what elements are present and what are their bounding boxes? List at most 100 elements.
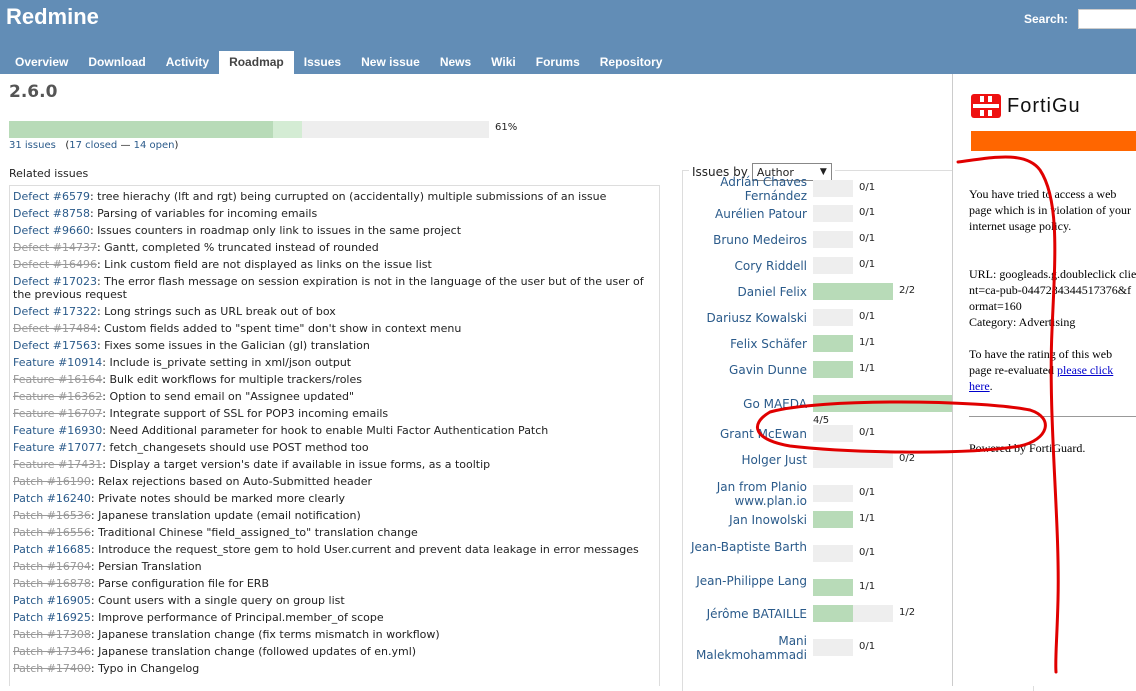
issue-row: Defect #8758: Parsing of variables for i… — [13, 205, 656, 222]
author-count[interactable]: 1/1 — [859, 337, 875, 348]
issue-link[interactable]: Patch #17400 — [13, 662, 91, 675]
author-name-link[interactable]: Aurélien Patour — [687, 207, 807, 221]
author-count[interactable]: 0/1 — [859, 182, 875, 193]
tab-issues[interactable]: Issues — [294, 51, 351, 74]
author-progress-bar — [813, 361, 853, 378]
app-title[interactable]: Redmine — [6, 4, 99, 30]
author-name-link[interactable]: Jan from Planio www.plan.io — [687, 480, 807, 508]
author-name-link[interactable]: Cory Riddell — [687, 259, 807, 273]
issue-link[interactable]: Feature #16930 — [13, 424, 102, 437]
issue-link[interactable]: Patch #16905 — [13, 594, 91, 607]
issue-link[interactable]: Patch #16685 — [13, 543, 91, 556]
issue-row: Patch #17346: Japanese translation chang… — [13, 643, 656, 660]
author-name-link[interactable]: Felix Schäfer — [687, 337, 807, 351]
issue-link[interactable]: Defect #8758 — [13, 207, 90, 220]
author-progress-bar — [813, 605, 893, 622]
issue-link[interactable]: Patch #16704 — [13, 560, 91, 573]
issue-subject: : Introduce the request_store gem to hol… — [90, 543, 639, 556]
block-message: You have tried to access a web page whic… — [969, 187, 1131, 233]
issue-row: Feature #16707: Integrate support of SSL… — [13, 405, 656, 422]
author-count[interactable]: 1/1 — [859, 513, 875, 524]
author-name-link[interactable]: Adrián Chaves Fernández — [687, 175, 807, 203]
issue-link[interactable]: Defect #17563 — [13, 339, 97, 352]
author-count[interactable]: 2/2 — [899, 285, 915, 296]
powered-by: Powered by FortiGuard. — [969, 441, 1086, 455]
issue-subject: : tree hierachy (lft and rgt) being curr… — [89, 190, 607, 203]
author-count[interactable]: 1/2 — [899, 607, 915, 618]
issue-link[interactable]: Patch #17346 — [13, 645, 91, 658]
tab-news[interactable]: News — [430, 51, 481, 74]
issue-link[interactable]: Feature #16362 — [13, 390, 102, 403]
author-name-link[interactable]: Bruno Medeiros — [687, 233, 807, 247]
author-name-link[interactable]: Grant McEwan — [687, 427, 807, 441]
author-count[interactable]: 0/1 — [859, 207, 875, 218]
author-name-link[interactable]: Holger Just — [687, 453, 807, 467]
author-name-link[interactable]: Gavin Dunne — [687, 363, 807, 377]
author-name-link[interactable]: Jérôme BATAILLE — [687, 607, 807, 621]
issue-link[interactable]: Patch #16925 — [13, 611, 91, 624]
tab-repository[interactable]: Repository — [590, 51, 673, 74]
author-count[interactable]: 0/1 — [859, 427, 875, 438]
issue-link[interactable]: Defect #17023 — [13, 275, 97, 288]
author-progress-fill — [813, 579, 853, 596]
issue-subject: : Traditional Chinese "field_assigned_to… — [90, 526, 418, 539]
issue-row: Patch #16556: Traditional Chinese "field… — [13, 524, 656, 541]
author-count[interactable]: 0/1 — [859, 259, 875, 270]
issue-link[interactable]: Feature #16164 — [13, 373, 102, 386]
author-name-link[interactable]: Mani Malekmohammadi — [687, 634, 807, 662]
version-title[interactable]: 2.6.0 — [9, 82, 57, 102]
tab-roadmap[interactable]: Roadmap — [219, 51, 294, 74]
issue-link[interactable]: Defect #9660 — [13, 224, 90, 237]
tab-activity[interactable]: Activity — [156, 51, 219, 74]
issue-row: Defect #16496: Link custom field are not… — [13, 256, 656, 273]
issue-link[interactable]: Defect #6579 — [13, 190, 90, 203]
issues-count-link[interactable]: 31 issues — [9, 140, 56, 151]
closed-count-link[interactable]: 17 closed — [69, 140, 117, 151]
issue-subject: : Need Additional parameter for hook to … — [102, 424, 549, 437]
author-count[interactable]: 0/1 — [859, 547, 875, 558]
issue-link[interactable]: Defect #14737 — [13, 241, 97, 254]
issue-link[interactable]: Patch #16536 — [13, 509, 91, 522]
author-name-link[interactable]: Go MAEDA — [687, 397, 807, 411]
search-input[interactable] — [1078, 9, 1136, 29]
author-count[interactable]: 1/1 — [859, 581, 875, 592]
author-count[interactable]: 0/1 — [859, 641, 875, 652]
issue-link[interactable]: Defect #17322 — [13, 305, 97, 318]
issue-row: Feature #17077: fetch_changesets should … — [13, 439, 656, 456]
issue-link[interactable]: Patch #16556 — [13, 526, 91, 539]
author-name-link[interactable]: Dariusz Kowalski — [687, 311, 807, 325]
main-menu: Overview Download Activity Roadmap Issues New… — [5, 51, 672, 74]
author-name-link[interactable]: Jean-Baptiste Barth — [687, 540, 807, 554]
issue-link[interactable]: Patch #16878 — [13, 577, 91, 590]
issue-link[interactable]: Patch #16240 — [13, 492, 91, 505]
tab-download[interactable]: Download — [78, 51, 155, 74]
issue-row: Defect #9660: Issues counters in roadmap… — [13, 222, 656, 239]
issue-row: Defect #17322: Long strings such as URL … — [13, 303, 656, 320]
author-name-link[interactable]: Jan Inowolski — [687, 513, 807, 527]
author-name-link[interactable]: Daniel Felix — [687, 285, 807, 299]
author-name-link[interactable]: Jean-Philippe Lang — [687, 574, 807, 588]
author-count[interactable]: 0/1 — [859, 487, 875, 498]
progress-closed-fill — [9, 121, 273, 138]
open-count-link[interactable]: 14 open — [134, 140, 175, 151]
header: Redmine Search: Overview Download Activity… — [0, 0, 1136, 74]
author-progress-fill — [813, 605, 853, 622]
tab-forums[interactable]: Forums — [526, 51, 590, 74]
tab-new-issue[interactable]: New issue — [351, 51, 430, 74]
dropdown-arrow-icon: ▼ — [819, 167, 827, 177]
issue-link[interactable]: Patch #16190 — [13, 475, 91, 488]
author-count[interactable]: 0/1 — [859, 233, 875, 244]
issue-link[interactable]: Feature #17431 — [13, 458, 102, 471]
issue-link[interactable]: Defect #16496 — [13, 258, 97, 271]
issue-link[interactable]: Feature #17077 — [13, 441, 102, 454]
tab-overview[interactable]: Overview — [5, 51, 78, 74]
issue-link[interactable]: Patch #17308 — [13, 628, 91, 641]
issue-link[interactable]: Defect #17484 — [13, 322, 97, 335]
author-count[interactable]: 0/2 — [899, 453, 915, 464]
author-count[interactable]: 0/1 — [859, 311, 875, 322]
tab-wiki[interactable]: Wiki — [481, 51, 526, 74]
issue-row: Defect #17484: Custom fields added to "s… — [13, 320, 656, 337]
issue-link[interactable]: Feature #10914 — [13, 356, 102, 369]
author-count[interactable]: 1/1 — [859, 363, 875, 374]
issue-link[interactable]: Feature #16707 — [13, 407, 102, 420]
